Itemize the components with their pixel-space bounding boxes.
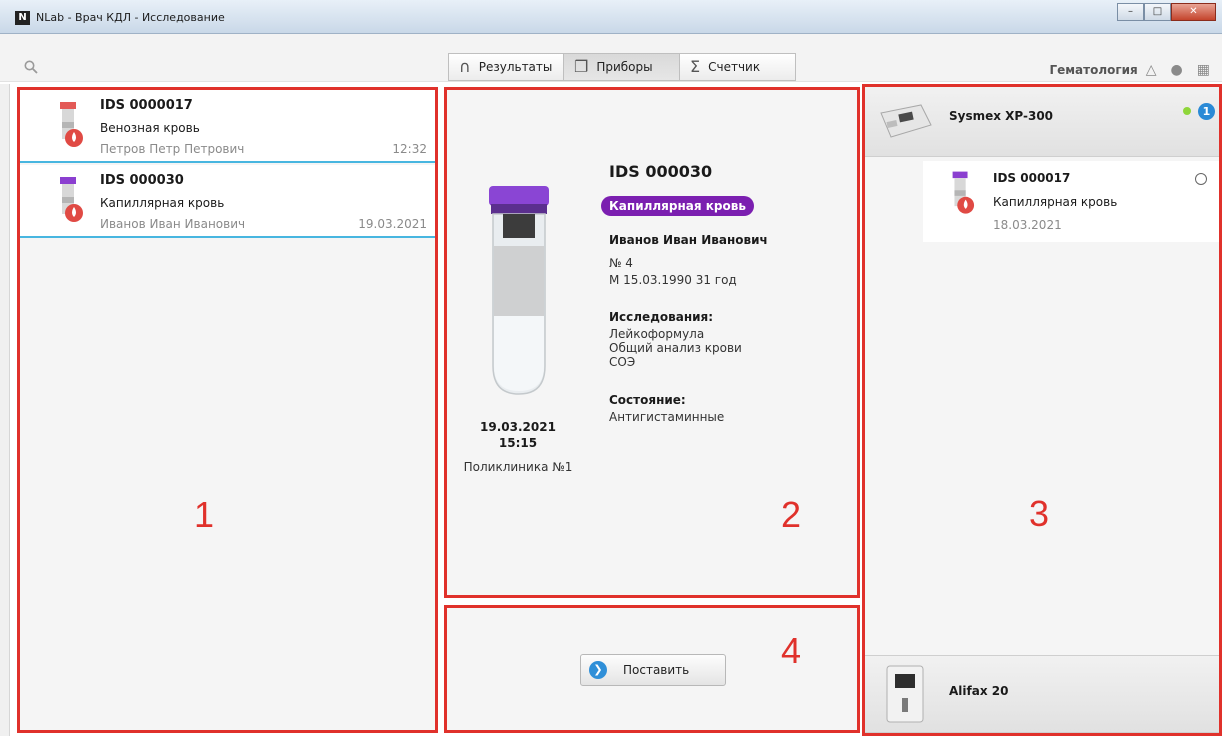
window-title-bar: N NLab - Врач КДЛ - Исследование – □ ✕ <box>0 0 1222 34</box>
devices-icon: ❐ <box>574 57 589 76</box>
devices-panel: Sysmex XP-300 1 IDS 000017 Капиллярная к… <box>862 84 1222 736</box>
toolbar-right: Гематология △ ● ▦ <box>1049 62 1210 78</box>
tube-icon: ∩ <box>459 57 471 76</box>
sample-type: Венозная кровь <box>100 121 200 135</box>
study-item: Лейкоформула <box>609 327 705 341</box>
left-scrollbar[interactable] <box>0 84 10 736</box>
tab-results[interactable]: ∩ Результаты <box>448 53 564 81</box>
study-item: Общий анализ крови <box>609 341 742 355</box>
sample-type-badge: Капиллярная кровь <box>601 196 754 216</box>
tab-label: Результаты <box>478 60 553 74</box>
device-sysmex[interactable]: Sysmex XP-300 1 <box>865 87 1219 157</box>
tab-label: Счетчик <box>708 60 761 74</box>
patient-number: № 4 <box>609 256 633 270</box>
state-value: Антигистаминные <box>609 410 725 424</box>
sample-date: 19.03.2021 <box>480 420 556 434</box>
blood-tube-icon <box>60 102 83 147</box>
sample-place: Поликлиника №1 <box>463 460 573 474</box>
device-name: Sysmex XP-300 <box>949 109 1054 123</box>
detail-sample-id: IDS 000030 <box>609 162 713 181</box>
samples-panel: IDS 0000017 Венозная кровь Петров Петр П… <box>17 87 438 733</box>
queue-sample-type: Капиллярная кровь <box>993 195 1118 209</box>
online-status-icon <box>1183 107 1191 115</box>
panel-number-3: 3 <box>1029 493 1050 534</box>
queue-sample-id: IDS 000017 <box>993 171 1071 185</box>
patient-birth: М 15.03.1990 31 год <box>609 273 737 287</box>
tab-label: Приборы <box>596 60 653 74</box>
sample-id: IDS 0000017 <box>100 98 193 113</box>
clock-icon <box>1195 173 1207 185</box>
panel-number-1: 1 <box>194 494 215 535</box>
blood-tube-icon <box>60 177 83 222</box>
device-name: Alifax 20 <box>949 684 1009 698</box>
tab-counter[interactable]: Σ Счетчик <box>679 53 796 81</box>
sample-card[interactable]: IDS 0000017 Венозная кровь Петров Петр П… <box>20 90 435 163</box>
patient-name: Петров Петр Петрович <box>100 142 245 156</box>
sample-type: Капиллярная кровь <box>100 196 225 210</box>
device-queue-item[interactable]: IDS 000017 Капиллярная кровь 18.03.2021 <box>923 161 1219 242</box>
window-title: NLab - Врач КДЛ - Исследование <box>36 11 225 24</box>
window-controls: – □ ✕ <box>1117 3 1216 21</box>
study-item: СОЭ <box>609 355 636 369</box>
arrow-right-icon: ❯ <box>589 661 607 679</box>
sample-time: 15:15 <box>498 436 538 450</box>
studies-header: Исследования: <box>609 310 714 324</box>
detail-patient-name: Иванов Иван Иванович <box>609 233 768 247</box>
close-button[interactable]: ✕ <box>1171 3 1216 21</box>
sample-time: 12:32 <box>392 142 427 156</box>
panel-number-2: 2 <box>781 494 802 535</box>
tab-devices[interactable]: ❐ Приборы <box>563 53 680 81</box>
queue-sample-date: 18.03.2021 <box>993 218 1062 232</box>
maximize-button[interactable]: □ <box>1144 3 1171 21</box>
sample-details-panel: 19.03.2021 15:15 Поликлиника №1 IDS 0000… <box>444 87 860 598</box>
sample-card[interactable]: IDS 000030 Капиллярная кровь Иванов Иван… <box>20 165 435 238</box>
sample-time: 19.03.2021 <box>358 217 427 231</box>
actions-panel: ❯ Поставить 4 <box>444 605 860 733</box>
minimize-button[interactable]: – <box>1117 3 1144 21</box>
search-icon[interactable] <box>24 60 38 74</box>
post-button[interactable]: ❯ Поставить <box>580 654 726 686</box>
state-header: Состояние: <box>609 393 686 407</box>
flask-icon[interactable]: △ <box>1146 62 1157 78</box>
blood-tube-icon <box>952 171 975 214</box>
patient-name: Иванов Иван Иванович <box>100 217 246 231</box>
grid-icon[interactable]: ▦ <box>1197 62 1210 78</box>
department-label[interactable]: Гематология <box>1049 63 1137 77</box>
device-alifax[interactable]: Alifax 20 <box>865 655 1219 733</box>
app-logo-icon: N <box>15 11 30 25</box>
queue-count-badge: 1 <box>1198 103 1215 120</box>
post-button-label: Поставить <box>623 663 690 677</box>
user-icon[interactable]: ● <box>1171 62 1183 78</box>
sample-id: IDS 000030 <box>100 173 184 188</box>
sample-tube-image <box>489 186 549 395</box>
analyzer-icon <box>880 104 932 138</box>
sigma-icon: Σ <box>690 57 701 76</box>
analyzer-icon <box>886 665 924 723</box>
panel-number-4: 4 <box>781 630 802 671</box>
